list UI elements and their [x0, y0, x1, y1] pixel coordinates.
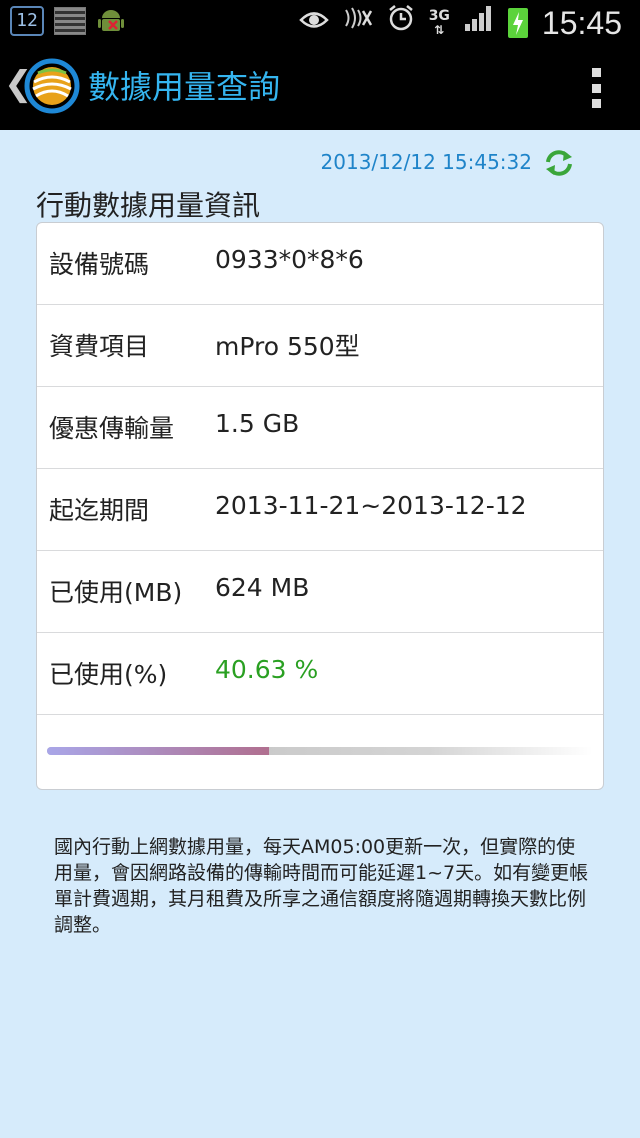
row-period: 起迄期間 2013-11-21~2013-12-12: [37, 469, 603, 551]
row-label: 優惠傳輸量: [49, 414, 175, 443]
row-value: 40.63 %: [215, 655, 319, 684]
row-used-mb: 已使用(MB) 624 MB: [37, 551, 603, 633]
mute-icon: [343, 5, 373, 41]
row-label: 已使用(%): [49, 660, 168, 689]
calendar-icon: 12: [10, 6, 44, 36]
usage-progress-bar: [47, 747, 593, 755]
row-value: mPro 550型: [215, 332, 360, 361]
row-used-percent: 已使用(%) 40.63 %: [37, 633, 603, 715]
row-plan: 資費項目 mPro 550型: [37, 305, 603, 387]
progress-fill: [47, 747, 269, 755]
row-label: 起迄期間: [49, 496, 150, 525]
app-logo-icon[interactable]: [24, 58, 80, 114]
update-timestamp: 2013/12/12 15:45:32: [320, 150, 532, 174]
clock: 15:45: [541, 5, 622, 41]
row-value: 0933*0*8*6: [215, 245, 364, 274]
action-bar: ❮ 數據用量查詢: [0, 44, 640, 130]
alarm-icon: [387, 4, 415, 42]
row-allowance: 優惠傳輸量 1.5 GB: [37, 387, 603, 469]
row-value: 624 MB: [215, 573, 310, 602]
notes-icon: [54, 7, 86, 35]
usage-card: 設備號碼 0933*0*8*6 資費項目 mPro 550型 優惠傳輸量 1.5…: [36, 222, 604, 790]
row-label: 設備號碼: [49, 250, 150, 279]
row-label: 已使用(MB): [49, 578, 183, 607]
refresh-icon[interactable]: [542, 148, 576, 178]
battery-icon: [507, 8, 528, 38]
3g-icon: 3G ⇅: [428, 8, 450, 37]
section-title: 行動數據用量資訊: [36, 189, 261, 222]
row-value: 1.5 GB: [215, 409, 300, 438]
row-device-number: 設備號碼 0933*0*8*6: [37, 223, 603, 305]
signal-icon: [464, 4, 494, 42]
row-label: 資費項目: [49, 332, 150, 361]
app-title: 數據用量查詢: [88, 68, 281, 106]
row-value: 2013-11-21~2013-12-12: [215, 491, 527, 520]
eye-icon: [298, 5, 329, 41]
overflow-menu-icon[interactable]: [592, 68, 602, 108]
status-bar: 12 3G ⇅ 15:45: [0, 0, 640, 44]
android-icon: [96, 6, 126, 36]
usage-note: 國內行動上網數據用量，每天AM05:00更新一次，但實際的使用量，會因網路設備的…: [54, 836, 589, 936]
